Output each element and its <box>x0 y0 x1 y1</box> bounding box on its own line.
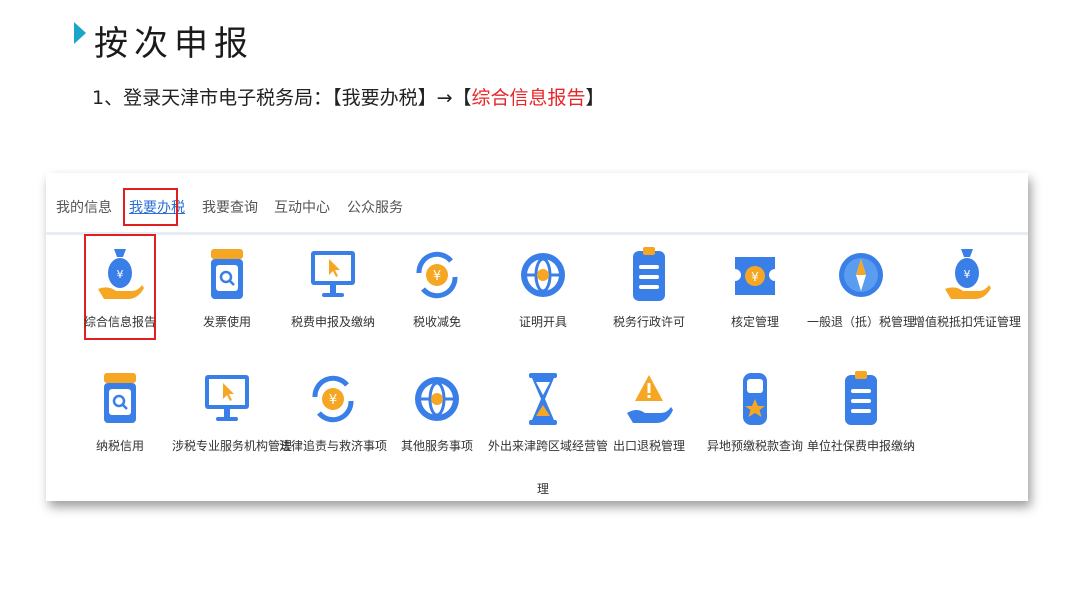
service-item-label: 其他服务事项 <box>400 439 473 453</box>
service-item-vat-deduction-voucher[interactable]: ¥ 增值税抵扣凭证管理 <box>912 245 1022 331</box>
service-item-label-wrap: 理 <box>537 482 550 496</box>
service-item-label: 增值税抵扣凭证管理 <box>912 315 1021 329</box>
monitor-cursor-icon <box>205 375 249 421</box>
service-item-other-services[interactable]: 其他服务事项 <box>382 369 492 455</box>
service-item-social-insurance-declaration[interactable]: 单位社保费申报缴纳 <box>806 369 916 455</box>
service-item-label: 税费申报及缴纳 <box>290 315 375 329</box>
tab-public-service[interactable]: 公众服务 <box>347 199 403 217</box>
service-item-label: 发票使用 <box>202 315 251 329</box>
svg-text:¥: ¥ <box>329 393 337 408</box>
svg-text:¥: ¥ <box>751 270 759 284</box>
service-item-cross-region-operation[interactable]: 外出来津跨区域经营管 <box>488 369 609 455</box>
service-item-assessment-management[interactable]: ¥ 核定管理 <box>700 245 810 331</box>
service-item-label: 综合信息报告 <box>83 315 156 329</box>
service-item-general-refund[interactable]: 一般退（抵）税管理 <box>806 245 916 331</box>
title-marker-icon <box>74 22 86 44</box>
yuan-refresh-icon: ¥ <box>312 375 354 423</box>
step-suffix: 】 <box>585 87 605 109</box>
tab-query[interactable]: 我要查询 <box>202 199 258 217</box>
service-item-comprehensive-info-report[interactable]: ¥ 综合信息报告 <box>65 245 175 331</box>
service-item-label: 出口退税管理 <box>612 439 685 453</box>
service-item-label: 证明开具 <box>518 315 567 329</box>
service-item-label: 异地预缴税款查询 <box>706 439 803 453</box>
service-item-tax-declaration-payment[interactable]: 税费申报及缴纳 <box>278 245 388 331</box>
service-item-administrative-permit[interactable]: 税务行政许可 <box>594 245 704 331</box>
monitor-cursor-icon <box>311 251 355 297</box>
svg-text:¥: ¥ <box>964 268 971 281</box>
money-bag-hand-icon: ¥ <box>98 249 144 299</box>
service-item-invoice-use[interactable]: 发票使用 <box>172 245 282 331</box>
tab-my-info[interactable]: 我的信息 <box>56 199 112 217</box>
service-item-certificate-issue[interactable]: 证明开具 <box>488 245 598 331</box>
svg-text:¥: ¥ <box>117 268 124 281</box>
service-item-label: 单位社保费申报缴纳 <box>806 439 915 453</box>
clipboard-list-icon <box>633 247 665 301</box>
compass-icon <box>839 253 883 297</box>
service-item-tax-agency-management[interactable]: 涉税专业服务机构管理 <box>172 369 293 455</box>
active-tab-highlight-box <box>123 188 178 226</box>
money-bag-hand-icon: ¥ <box>945 249 991 299</box>
yuan-ticket-icon: ¥ <box>735 257 775 295</box>
service-item-label: 税收减免 <box>412 315 461 329</box>
service-item-label: 涉税专业服务机构管理 <box>172 439 293 453</box>
service-item-label: 一般退（抵）税管理 <box>806 315 915 329</box>
service-item-tax-reduction[interactable]: ¥ 税收减免 <box>382 245 492 331</box>
service-item-tax-credit[interactable]: 纳税信用 <box>65 369 175 455</box>
step-highlight: 综合信息报告 <box>471 87 586 109</box>
hourglass-icon <box>529 373 557 425</box>
portal-tab-bar: 我的信息 我要办税 我要查询 互动中心 公众服务 <box>46 173 1028 235</box>
globe-icon <box>521 253 565 297</box>
step-instruction: 1、登录天津市电子税务局：【我要办税】→【综合信息报告】 <box>92 84 605 112</box>
service-item-prepaid-tax-query[interactable]: 异地预缴税款查询 <box>700 369 810 455</box>
service-item-label: 法律追责与救济事项 <box>278 439 387 453</box>
svg-text:¥: ¥ <box>433 269 441 284</box>
slide-title: 按次申报 <box>94 24 254 64</box>
globe-icon <box>415 377 459 421</box>
star-card-icon <box>743 373 767 425</box>
service-item-label: 核定管理 <box>730 315 779 329</box>
search-document-icon <box>211 249 243 299</box>
service-item-label: 纳税信用 <box>95 439 144 453</box>
clipboard-list-icon <box>845 371 877 425</box>
step-prefix: 1、登录天津市电子税务局：【我要办税】→【 <box>92 87 472 109</box>
service-item-label: 外出来津跨区域经营管 <box>488 439 609 453</box>
search-document-icon <box>104 373 136 423</box>
service-item-legal-remedy[interactable]: ¥ 法律追责与救济事项 <box>278 369 388 455</box>
warning-hand-icon <box>627 375 673 423</box>
tab-interaction-center[interactable]: 互动中心 <box>274 199 330 217</box>
service-item-label: 税务行政许可 <box>612 315 685 329</box>
service-item-export-refund[interactable]: 出口退税管理 <box>594 369 704 455</box>
yuan-refresh-icon: ¥ <box>416 251 458 299</box>
portal-screenshot: 我的信息 我要办税 我要查询 互动中心 公众服务 ¥ 综合信息报告 发票使用 税… <box>46 173 1028 501</box>
